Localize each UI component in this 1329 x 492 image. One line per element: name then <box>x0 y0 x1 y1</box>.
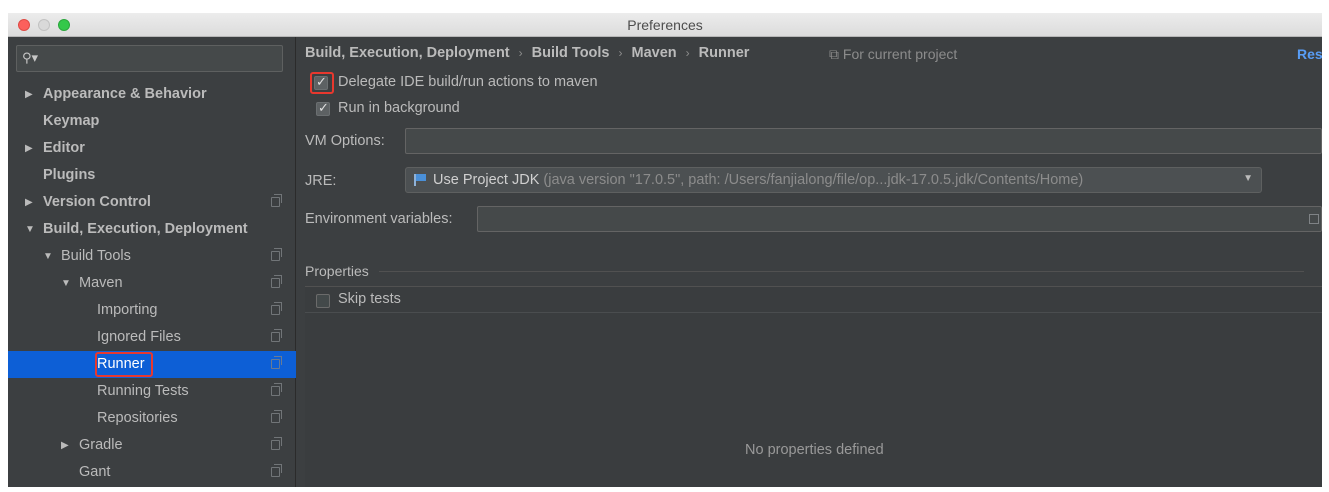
no-properties-text: No properties defined <box>745 442 884 458</box>
properties-divider <box>379 271 1304 272</box>
sidebar-item-label: Gant <box>79 464 111 480</box>
sidebar-item-build-execution-deployment[interactable]: ▼ Build, Execution, Deployment <box>8 216 296 243</box>
breadcrumb-separator: › <box>518 46 523 60</box>
properties-toolbar: Skip tests <box>305 287 1322 313</box>
sidebar-item-label: Gradle <box>79 437 123 453</box>
breadcrumb-item[interactable]: Build, Execution, Deployment <box>305 45 510 61</box>
sidebar-item-label: Editor <box>43 140 85 156</box>
project-scope-icon: ⧉ <box>829 46 839 62</box>
settings-sidebar: ⚲▾ ▶ Appearance & Behavior Keymap ▶ Edit… <box>8 37 296 487</box>
project-scope-icon <box>271 410 282 423</box>
sidebar-item-keymap[interactable]: Keymap <box>8 108 296 135</box>
breadcrumb-item[interactable]: Maven <box>632 45 677 61</box>
scope-label: For current project <box>842 46 958 62</box>
reset-link[interactable]: Res <box>1297 46 1322 62</box>
preferences-window: Preferences ⚲▾ ▶ Appearance & Behavior K… <box>8 13 1322 487</box>
sidebar-item-running-tests[interactable]: Running Tests <box>8 378 296 405</box>
delegate-highlight-box <box>310 72 334 94</box>
chevron-right-icon[interactable]: ▶ <box>25 189 33 216</box>
breadcrumb-separator: › <box>685 46 690 60</box>
caret-down-icon: ▼ <box>1243 173 1253 184</box>
run-in-background-label[interactable]: Run in background <box>338 100 460 116</box>
project-scope-icon <box>271 302 282 315</box>
settings-search-input[interactable]: ⚲▾ <box>16 45 283 72</box>
vm-options-label: VM Options: <box>305 133 385 149</box>
edit-env-vars-icon[interactable] <box>1309 214 1319 224</box>
project-scope-icon <box>271 275 282 288</box>
project-scope-icon <box>271 356 282 369</box>
delegate-build-label[interactable]: Delegate IDE build/run actions to maven <box>338 74 598 90</box>
sidebar-item-version-control[interactable]: ▶ Version Control <box>8 189 296 216</box>
project-scope-icon <box>271 248 282 261</box>
sidebar-item-label: Repositories <box>97 410 178 426</box>
sidebar-item-label: Build, Execution, Deployment <box>43 221 248 237</box>
window-title: Preferences <box>627 17 703 33</box>
jre-select[interactable]: Use Project JDK (java version "17.0.5", … <box>405 167 1262 193</box>
title-bar: Preferences <box>8 13 1322 37</box>
project-scope-icon <box>271 383 282 396</box>
env-vars-input[interactable] <box>477 206 1322 232</box>
sidebar-item-plugins[interactable]: Plugins <box>8 162 296 189</box>
sidebar-item-label: Appearance & Behavior <box>43 86 207 102</box>
skip-tests-checkbox[interactable] <box>316 294 330 308</box>
chevron-right-icon[interactable]: ▶ <box>25 81 33 108</box>
breadcrumb-separator: › <box>618 46 623 60</box>
jre-value: Use Project JDK (java version "17.0.5", … <box>433 172 1083 188</box>
breadcrumb-item[interactable]: Build Tools <box>532 45 610 61</box>
sidebar-item-build-tools[interactable]: ▼ Build Tools <box>8 243 296 270</box>
sidebar-item-label: Plugins <box>43 167 96 183</box>
breadcrumb-item: Runner <box>698 45 750 61</box>
project-scope-icon <box>271 329 282 342</box>
chevron-down-icon[interactable]: ▼ <box>25 216 35 243</box>
sidebar-item-editor[interactable]: ▶ Editor <box>8 135 296 162</box>
chevron-right-icon[interactable]: ▶ <box>25 135 33 162</box>
jre-label: JRE: <box>305 173 337 189</box>
sidebar-item-appearance-behavior[interactable]: ▶ Appearance & Behavior <box>8 81 296 108</box>
sidebar-item-importing[interactable]: Importing <box>8 297 296 324</box>
chevron-right-icon[interactable]: ▶ <box>61 432 69 459</box>
run-in-background-checkbox[interactable] <box>316 100 330 116</box>
settings-content-panel: Build, Execution, Deployment › Build Tools… <box>297 37 1322 487</box>
scope-indicator: ⧉ For current project <box>829 46 957 63</box>
runner-highlight-box <box>95 352 153 377</box>
project-scope-icon <box>271 464 282 477</box>
sidebar-item-label: Running Tests <box>97 383 189 399</box>
jre-detail: (java version "17.0.5", path: /Users/fan… <box>543 172 1084 188</box>
chevron-down-icon[interactable]: ▼ <box>43 243 53 270</box>
project-scope-icon <box>271 437 282 450</box>
sidebar-item-label: Maven <box>79 275 123 291</box>
jre-selected: Use Project JDK <box>433 172 540 188</box>
sidebar-item-ignored-files[interactable]: Ignored Files <box>8 324 296 351</box>
sidebar-item-repositories[interactable]: Repositories <box>8 405 296 432</box>
chevron-down-icon[interactable]: ▼ <box>61 270 71 297</box>
search-icon: ⚲▾ <box>22 50 39 65</box>
sidebar-item-label: Version Control <box>43 194 151 210</box>
breadcrumb: Build, Execution, Deployment › Build Tools… <box>305 45 749 61</box>
vm-options-input[interactable] <box>405 128 1322 154</box>
skip-tests-label[interactable]: Skip tests <box>338 291 401 307</box>
env-vars-label: Environment variables: <box>305 211 453 227</box>
project-jdk-icon <box>414 174 426 186</box>
sidebar-item-gradle[interactable]: ▶ Gradle <box>8 432 296 459</box>
sidebar-item-label: Importing <box>97 302 158 318</box>
sidebar-item-label: Build Tools <box>61 248 131 264</box>
sidebar-item-gant[interactable]: Gant <box>8 459 296 486</box>
sidebar-item-label: Ignored Files <box>97 329 181 345</box>
sidebar-item-maven[interactable]: ▼ Maven <box>8 270 296 297</box>
sidebar-item-runner[interactable]: Runner <box>8 351 296 378</box>
sidebar-item-label: Keymap <box>43 113 100 129</box>
project-scope-icon <box>271 194 282 207</box>
properties-title: Properties <box>305 263 369 279</box>
